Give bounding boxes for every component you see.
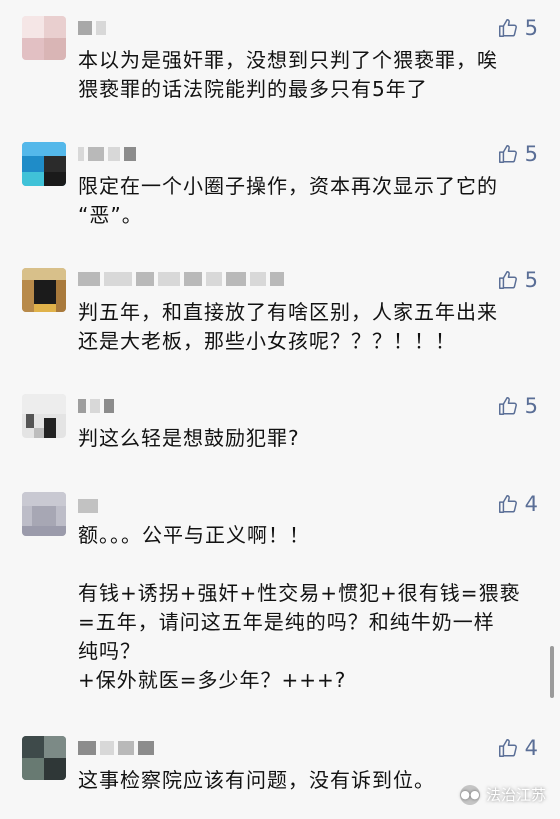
like-button[interactable]: 4	[497, 492, 538, 516]
avatar[interactable]	[22, 394, 66, 438]
commenter-name	[78, 737, 154, 759]
like-button[interactable]: 5	[497, 394, 538, 418]
scrollbar[interactable]	[550, 646, 554, 698]
like-button[interactable]: 5	[497, 16, 538, 40]
commenter-name	[78, 268, 284, 290]
like-button[interactable]: 5	[497, 142, 538, 166]
commenter-name	[78, 17, 106, 39]
avatar[interactable]	[22, 268, 66, 312]
avatar[interactable]	[22, 142, 66, 186]
like-count: 5	[524, 16, 538, 40]
like-button[interactable]: 5	[497, 268, 538, 292]
avatar[interactable]	[22, 492, 66, 536]
comment-text: 额。。。公平与正义啊！！ 有钱+诱拐+强奸+性交易+惯犯+很有钱=猥亵 =五年，…	[78, 523, 521, 692]
watermark-label: 法治江苏	[485, 786, 546, 804]
commenter-name	[78, 495, 98, 517]
comment-text: 判五年，和直接放了有啥区别，人家五年出来 还是大老板，那些小女孩呢？？？！！！	[78, 300, 498, 353]
like-count: 5	[524, 142, 538, 166]
commenter-name	[78, 395, 114, 417]
like-button[interactable]: 4	[497, 736, 538, 760]
like-count: 5	[524, 394, 538, 418]
thumbs-up-icon	[498, 19, 517, 37]
like-count: 4	[524, 492, 538, 516]
thumbs-up-icon	[498, 739, 517, 757]
thumbs-up-icon	[498, 495, 517, 513]
wechat-icon: ●●	[459, 784, 480, 805]
like-count: 5	[524, 268, 538, 292]
comment-text: 限定在一个小圈子操作，资本再次显示了它的 “恶”。	[78, 174, 498, 227]
comment-text: 本以为是强奸罪，没想到只判了个猥亵罪，唉 猥亵罪的话法院能判的最多只有5年了	[78, 48, 498, 101]
thumbs-up-icon	[498, 271, 517, 289]
avatar[interactable]	[22, 16, 66, 60]
watermark: ●● 法治江苏	[459, 784, 546, 805]
thumbs-up-icon	[498, 397, 517, 415]
comment-text: 判这么轻是想鼓励犯罪?	[78, 426, 300, 450]
like-count: 4	[524, 736, 538, 760]
thumbs-up-icon	[498, 145, 517, 163]
avatar[interactable]	[22, 736, 66, 780]
commenter-name	[78, 143, 136, 165]
